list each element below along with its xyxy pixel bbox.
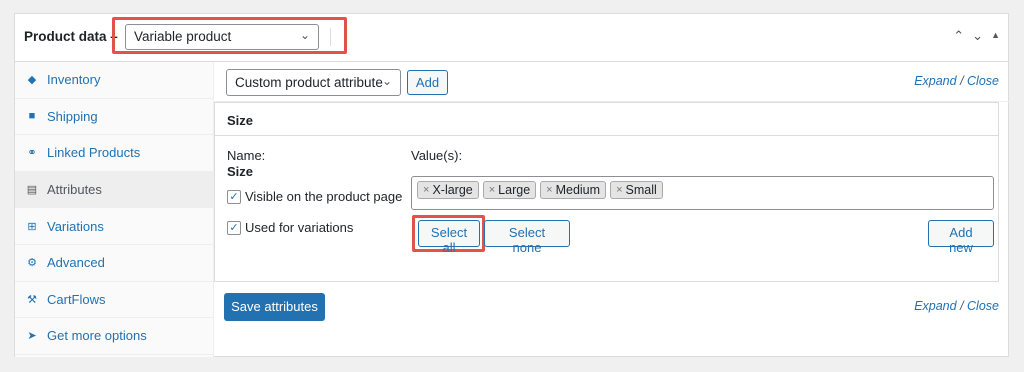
sidebar-item-label: Variations — [47, 218, 104, 234]
expand-link[interactable]: Expand — [914, 299, 956, 313]
value-tag: × X-large — [417, 181, 479, 199]
sidebar-item-inventory[interactable]: ◆ Inventory — [15, 62, 213, 99]
sidebar-item-label: Shipping — [47, 108, 98, 124]
add-attribute-button[interactable]: Add — [407, 70, 448, 95]
panel-title: Product data – — [24, 29, 118, 44]
product-type-select[interactable]: Variable product ⌄ — [125, 24, 319, 50]
divider — [330, 28, 331, 46]
panel-controls: ⌃ ⌄ ▲ — [953, 28, 1000, 44]
add-new-button[interactable]: Add new — [928, 220, 994, 255]
used-for-variations[interactable]: ✓ Used for variations — [227, 220, 353, 235]
sidebar-item-label: Linked Products — [47, 145, 141, 161]
save-attributes-button[interactable]: Save attributes — [224, 293, 325, 321]
value-tag: × Medium — [540, 181, 607, 199]
chevron-down-icon: ⌄ — [381, 74, 392, 88]
expand-close-links-bottom: Expand / Close — [914, 299, 999, 313]
name-value: Size — [227, 164, 254, 179]
toggle-arrow-icon[interactable]: ▲ — [991, 30, 1000, 44]
tag-icon: ◆ — [27, 74, 37, 87]
product-data-panel: Product data – Variable product ⌄ ⌃ ⌄ ▲ … — [14, 13, 1009, 357]
sidebar-item-advanced[interactable]: ⚙ Advanced — [15, 245, 213, 282]
close-link[interactable]: Close — [967, 74, 999, 88]
checkbox-checked-icon[interactable]: ✓ — [227, 189, 241, 204]
remove-icon[interactable]: × — [423, 184, 429, 196]
sidebar: ◆ Inventory ■ Shipping ⚭ Linked Products… — [15, 62, 214, 357]
gear-icon: ⚙ — [27, 257, 37, 270]
sidebar-item-attributes[interactable]: ▤ Attributes — [15, 171, 213, 209]
select-all-button[interactable]: Select all — [418, 220, 480, 255]
link-icon: ⚭ — [27, 147, 37, 160]
sidebar-item-shipping[interactable]: ■ Shipping — [15, 99, 213, 136]
close-link[interactable]: Close — [967, 299, 999, 313]
value-tag-label: Large — [498, 183, 531, 197]
name-label: Name: — [227, 148, 266, 163]
expand-close-links: Expand / Close — [914, 74, 999, 88]
attributes-panel: Custom product attribute ⌄ Add Expand / … — [214, 62, 1009, 357]
attributes-toolbar: Custom product attribute ⌄ Add Expand / … — [214, 62, 1009, 102]
chevron-down-icon[interactable]: ⌄ — [972, 28, 983, 44]
attribute-select-value: Custom product attribute — [235, 75, 383, 90]
values-input[interactable]: × X-large × Large × Medium × Small — [411, 176, 994, 210]
attribute-body: Name: Size Value(s): ✓ Visible on the pr… — [215, 136, 998, 281]
link-separator: / — [960, 74, 968, 88]
list-icon: ▤ — [26, 184, 38, 197]
value-tag: × Large — [482, 181, 537, 199]
variations-label: Used for variations — [245, 220, 354, 235]
plug-icon: ➤ — [27, 330, 37, 343]
remove-icon[interactable]: × — [489, 184, 495, 196]
sidebar-item-linked-products[interactable]: ⚭ Linked Products — [15, 135, 213, 172]
visible-on-product-page[interactable]: ✓ Visible on the product page — [227, 189, 402, 204]
remove-icon[interactable]: × — [546, 184, 552, 196]
panel-header: Product data – Variable product ⌄ ⌃ ⌄ ▲ — [15, 14, 1008, 62]
sidebar-item-variations[interactable]: ⊞ Variations — [15, 208, 213, 245]
value-tag-label: Small — [625, 183, 657, 197]
visible-label: Visible on the product page — [245, 189, 403, 204]
sidebar-item-label: CartFlows — [47, 291, 106, 307]
product-type-value: Variable product — [134, 29, 232, 44]
select-none-button[interactable]: Select none — [484, 220, 570, 255]
value-tag: × Small — [610, 181, 663, 199]
values-label: Value(s): — [411, 148, 463, 163]
sidebar-item-label: Get more options — [47, 328, 147, 344]
sidebar-item-cartflows[interactable]: ⚒ CartFlows — [15, 282, 213, 319]
truck-icon: ■ — [28, 110, 36, 123]
chevron-up-icon[interactable]: ⌃ — [953, 28, 964, 44]
attribute-title[interactable]: Size — [215, 103, 998, 136]
sidebar-item-label: Attributes — [47, 182, 102, 198]
grid-icon: ⊞ — [27, 220, 37, 233]
remove-icon[interactable]: × — [616, 184, 622, 196]
value-tag-label: X-large — [432, 183, 473, 197]
sidebar-item-label: Advanced — [47, 255, 105, 271]
sidebar-item-get-more-options[interactable]: ➤ Get more options — [15, 318, 213, 355]
checkbox-checked-icon[interactable]: ✓ — [227, 220, 241, 235]
chevron-down-icon: ⌄ — [299, 28, 310, 42]
sidebar-item-label: Inventory — [47, 72, 101, 88]
attribute-select[interactable]: Custom product attribute ⌄ — [226, 69, 401, 96]
link-separator: / — [960, 299, 968, 313]
attribute-box: Size Name: Size Value(s): ✓ Visible on t… — [214, 102, 999, 282]
value-tag-label: Medium — [555, 183, 601, 197]
expand-link[interactable]: Expand — [914, 74, 956, 88]
wrench-icon: ⚒ — [27, 293, 37, 306]
